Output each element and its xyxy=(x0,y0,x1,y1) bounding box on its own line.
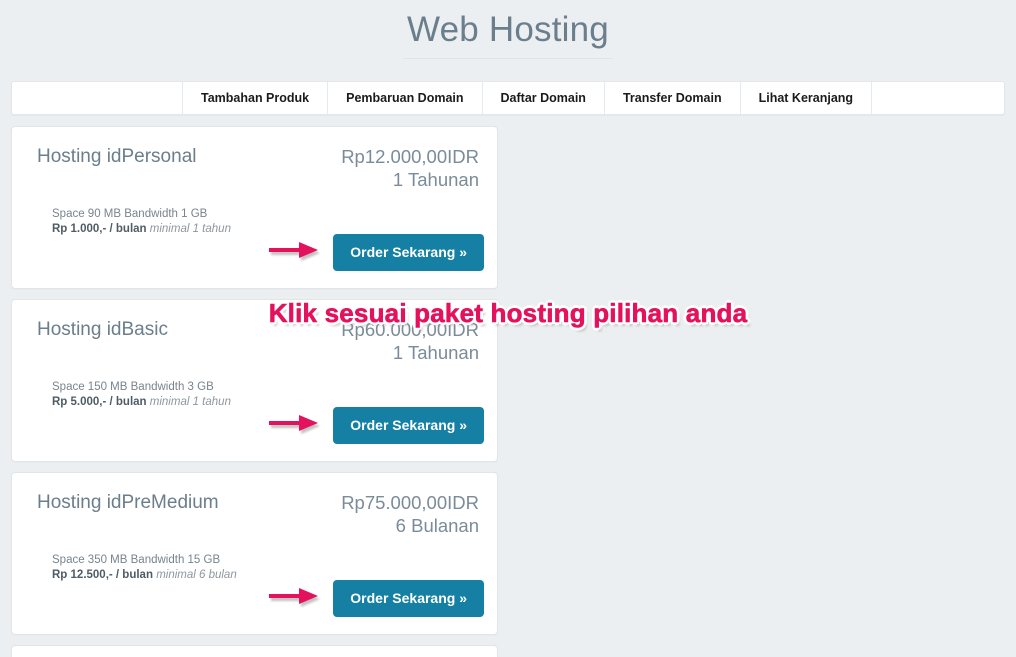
plan-specs: Space 150 MB Bandwidth 3 GB Rp 5.000,- /… xyxy=(26,380,483,410)
plan-minimum-term: minimal 1 tahun xyxy=(149,396,231,408)
order-now-button[interactable]: Order Sekarang » xyxy=(333,407,484,444)
page-title: Web Hosting xyxy=(403,8,613,59)
plan-card-idpersonal[interactable]: Hosting idPersonal Rp12.000,00IDR 1 Tahu… xyxy=(11,126,498,289)
plan-specs: Space 90 MB Bandwidth 1 GB Rp 1.000,- / … xyxy=(26,207,483,237)
page-header: Web Hosting xyxy=(0,0,1016,59)
hosting-plan-grid: Hosting idPersonal Rp12.000,00IDR 1 Tahu… xyxy=(11,126,1005,657)
plan-title: Hosting idPersonal xyxy=(37,146,197,167)
plan-action-area: Order Sekarang » xyxy=(269,407,484,444)
plan-card-header: Hosting idBasic Rp60.000,00IDR 1 Tahunan xyxy=(26,318,483,364)
plan-specs: Space 350 MB Bandwidth 15 GB Rp 12.500,-… xyxy=(26,553,483,583)
tab-bar-left-spacer xyxy=(12,82,182,114)
plan-card-idmedium[interactable]: Hosting idMedium Rp60.000,00IDR 3 Bulana… xyxy=(11,645,498,657)
plan-monthly-price: Rp 5.000,- / bulan xyxy=(52,396,147,408)
plan-spec-line: Space 350 MB Bandwidth 15 GB xyxy=(52,554,221,566)
tab-daftar-domain[interactable]: Daftar Domain xyxy=(481,82,604,114)
tab-pembaruan-domain[interactable]: Pembaruan Domain xyxy=(327,82,481,114)
plan-price-amount: Rp12.000,00IDR xyxy=(341,146,479,167)
arrow-right-icon xyxy=(269,412,319,439)
arrow-right-icon xyxy=(269,239,319,266)
order-now-button[interactable]: Order Sekarang » xyxy=(333,234,484,271)
plan-action-area: Order Sekarang » xyxy=(269,580,484,617)
product-tab-bar: Tambahan Produk Pembaruan Domain Daftar … xyxy=(11,81,1005,115)
plan-title: Hosting idPreMedium xyxy=(37,492,219,513)
plan-price-term: 1 Tahunan xyxy=(392,169,479,190)
plan-minimum-term: minimal 1 tahun xyxy=(149,223,231,235)
plan-price: Rp12.000,00IDR 1 Tahunan xyxy=(341,145,483,191)
plan-price-amount: Rp75.000,00IDR xyxy=(341,492,479,513)
plan-price-term: 1 Tahunan xyxy=(392,342,479,363)
plan-card-idpremedium[interactable]: Hosting idPreMedium Rp75.000,00IDR 6 Bul… xyxy=(11,472,498,635)
tab-tambahan-produk[interactable]: Tambahan Produk xyxy=(182,82,327,114)
plan-title: Hosting idBasic xyxy=(37,319,168,340)
tab-lihat-keranjang[interactable]: Lihat Keranjang xyxy=(739,82,871,114)
plan-price-term: 6 Bulanan xyxy=(395,515,479,536)
tab-transfer-domain[interactable]: Transfer Domain xyxy=(603,82,740,114)
plan-minimum-term: minimal 6 bulan xyxy=(156,569,237,581)
order-now-button[interactable]: Order Sekarang » xyxy=(333,580,484,617)
plan-monthly-price: Rp 12.500,- / bulan xyxy=(52,569,153,581)
plan-price: Rp60.000,00IDR 1 Tahunan xyxy=(341,318,483,364)
plan-action-area: Order Sekarang » xyxy=(269,234,484,271)
plan-price: Rp75.000,00IDR 6 Bulanan xyxy=(341,491,483,537)
plan-spec-line: Space 90 MB Bandwidth 1 GB xyxy=(52,208,208,220)
plan-card-idbasic[interactable]: Hosting idBasic Rp60.000,00IDR 1 Tahunan… xyxy=(11,299,498,462)
plan-card-header: Hosting idPersonal Rp12.000,00IDR 1 Tahu… xyxy=(26,145,483,191)
plan-monthly-price: Rp 1.000,- / bulan xyxy=(52,223,147,235)
arrow-right-icon xyxy=(269,585,319,612)
tab-bar-right-empty xyxy=(871,82,1004,114)
plan-price-amount: Rp60.000,00IDR xyxy=(341,319,479,340)
plan-spec-line: Space 150 MB Bandwidth 3 GB xyxy=(52,381,214,393)
plan-card-header: Hosting idPreMedium Rp75.000,00IDR 6 Bul… xyxy=(26,491,483,537)
